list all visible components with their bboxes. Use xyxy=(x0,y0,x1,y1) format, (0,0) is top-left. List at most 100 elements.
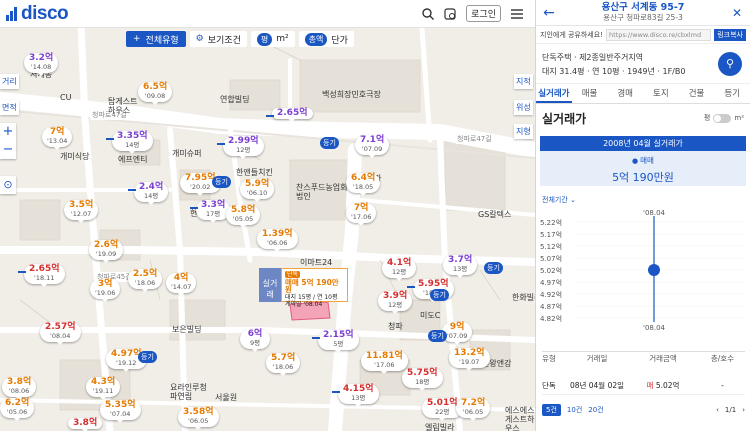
price-pin[interactable]: 2.6억 '19.09 xyxy=(89,240,124,263)
unit-sqm[interactable]: m² xyxy=(276,34,288,44)
price-pin[interactable]: 4.1억 12평 xyxy=(382,258,417,281)
price-pin[interactable]: 2.57억 '08.04 xyxy=(40,322,81,345)
selected-parcel-popup[interactable]: 실거래 단독 매매 5억 190만원 대지 15평 / 연 10평 계약일 '0… xyxy=(259,268,349,316)
y-tick-label: 5.02억 xyxy=(540,267,562,275)
price-pin[interactable]: 4.3억 '19.11 xyxy=(86,377,121,400)
price-pin[interactable]: 5.75억 18평 xyxy=(402,368,443,391)
tab-auction[interactable]: 경매 xyxy=(607,84,643,103)
price-pin[interactable]: 2.99억 12평 xyxy=(217,136,264,159)
price-pin[interactable]: 6.2억 '05.06 xyxy=(0,398,35,421)
place-label: 한앤들치킨 xyxy=(236,168,273,177)
unit-switch[interactable] xyxy=(713,113,732,123)
tab-registry[interactable]: 등기 xyxy=(714,84,750,103)
price-pin[interactable]: 4억 '14.07 xyxy=(166,273,197,296)
price-pin[interactable]: 2.15억 5평 xyxy=(312,330,359,353)
page-size-10[interactable]: 10건 xyxy=(567,405,582,415)
price-pin[interactable]: 5.8억 '05.05 xyxy=(226,205,261,228)
page-size-20[interactable]: 20건 xyxy=(588,405,603,415)
price-chart: 5.22억 5.17억 5.12억 5.07억 5.02억 4.97억 4.92억 4.87억… xyxy=(536,206,750,334)
close-icon[interactable]: ✕ xyxy=(728,6,746,20)
registry-tag[interactable]: 등기 xyxy=(484,262,503,274)
location-pin-icon[interactable]: ⚲ xyxy=(718,52,742,76)
distance-tool[interactable]: 거리 xyxy=(0,74,19,89)
terrain-layer-toggle[interactable]: 지형 xyxy=(514,124,533,139)
place-label: 이마트24 xyxy=(300,258,333,267)
trade-kind: 매 xyxy=(646,381,654,390)
price-pin[interactable]: 3억 '19.06 xyxy=(90,279,121,302)
price-pin[interactable]: 2.5억 '18.06 xyxy=(128,269,163,292)
copy-link-button[interactable]: 링크복사 xyxy=(714,28,746,41)
price-pin[interactable]: 13.2억 '19.07 xyxy=(449,348,490,371)
selected-popup-tab[interactable]: 실거래 xyxy=(259,268,281,302)
registry-tag[interactable]: 등기 xyxy=(428,330,447,342)
registry-tag[interactable]: 등기 xyxy=(430,289,449,301)
satellite-layer-toggle[interactable]: 위성 xyxy=(514,100,533,115)
page-size-5[interactable]: 5건 xyxy=(542,404,561,416)
history-icon[interactable] xyxy=(444,7,456,20)
login-button[interactable]: 로그인 xyxy=(466,5,501,22)
unit-pyeong[interactable]: 평 xyxy=(256,32,273,46)
price-pin[interactable]: 1.39억 '06.06 xyxy=(257,229,298,252)
table-row[interactable]: 단독 08년 04월 02일 매 5.02억 - xyxy=(542,377,745,395)
price-pin[interactable]: 4.15억 13평 xyxy=(332,384,379,407)
filter-bar: + 전체유형 ⚙ 보기조건 평 m² 총액 단가 xyxy=(126,31,354,47)
price-pin[interactable]: 3.3억 17평 xyxy=(190,200,231,223)
tab-building[interactable]: 건물 xyxy=(679,84,715,103)
share-url-field[interactable]: https://www.disco.re/cbxlmd xyxy=(606,28,712,41)
price-pin[interactable]: 3.5억 '12.07 xyxy=(64,200,99,223)
price-pin[interactable]: 5.35억 '07.04 xyxy=(100,400,141,423)
registry-tag[interactable]: 등기 xyxy=(138,351,157,363)
back-arrow-icon[interactable]: ← xyxy=(540,5,558,21)
prev-page-icon[interactable]: ‹ xyxy=(716,406,719,414)
next-page-icon[interactable]: › xyxy=(742,406,745,414)
price-pin[interactable]: 3.8억 '08.06 xyxy=(2,377,37,400)
cadastral-layer-toggle[interactable]: 지적 xyxy=(514,74,533,89)
price-mode-toggle[interactable]: 총액 단가 xyxy=(298,31,354,47)
price-pin[interactable]: 5.7억 '18.06 xyxy=(266,353,301,376)
disco-logo[interactable]: disco xyxy=(6,3,69,25)
price-pin[interactable]: 6.4억 '18.05 xyxy=(346,173,381,196)
price-pin[interactable]: 6.5억 '09.08 xyxy=(138,82,173,105)
search-icon[interactable] xyxy=(422,7,435,20)
price-pin[interactable]: 5.9억 '06.10 xyxy=(240,179,275,202)
property-type-filter[interactable]: + 전체유형 xyxy=(126,31,186,47)
price-pin[interactable]: 2.65억 xyxy=(266,108,313,122)
zoom-out-button[interactable]: − xyxy=(0,141,16,159)
price-pin[interactable]: 3.2억 '14.08 xyxy=(24,53,59,76)
current-location-icon[interactable]: ⊙ xyxy=(0,176,16,194)
price-pin[interactable]: 3.7억 13평 xyxy=(443,255,478,278)
price-pin[interactable]: 3.8억 xyxy=(68,418,103,431)
place-label: CU xyxy=(60,93,72,102)
area-tool[interactable]: 면적 xyxy=(0,100,19,115)
period-filter[interactable]: 전체기간 ⌄ xyxy=(536,186,750,206)
period-label: 전체기간 xyxy=(542,196,568,204)
registry-tag[interactable]: 등기 xyxy=(320,137,339,149)
price-unit[interactable]: 단가 xyxy=(331,33,348,46)
area-unit-toggle[interactable]: 평 m² xyxy=(250,31,295,47)
selected-popup-detail[interactable]: 단독 매매 5억 190만원 대지 15평 / 연 10평 계약일 '08.04 xyxy=(281,268,348,308)
panel-unit-toggle[interactable]: 평 m² xyxy=(704,113,744,123)
tab-land[interactable]: 토지 xyxy=(643,84,679,103)
price-pin[interactable]: 2.65억 '18.11 xyxy=(18,264,65,287)
price-pin[interactable]: 7.1억 '07.09 xyxy=(355,135,390,158)
tab-transactions[interactable]: 실거래가 xyxy=(536,84,572,103)
price-pin[interactable]: 7억 '17.06 xyxy=(346,203,377,226)
zoom-control: + − xyxy=(0,123,16,159)
price-pin[interactable]: 9억 '07.09 xyxy=(442,322,473,345)
registry-tag[interactable]: 등기 xyxy=(212,176,231,188)
menu-icon[interactable] xyxy=(511,8,523,19)
price-pin[interactable]: 7억 '13.04 xyxy=(42,127,73,150)
price-pin[interactable]: 6억 9평 xyxy=(240,329,270,352)
trade-price: 5억 190만원 xyxy=(612,171,674,184)
price-pin[interactable]: 2.4억 14평 xyxy=(128,182,169,205)
map-area[interactable]: 청파로47길 청파로45길 청파로47길 서계동 연합빌딩 백성희장민호극장 탑… xyxy=(0,0,535,431)
zoom-in-button[interactable]: + xyxy=(0,123,16,141)
view-options-button[interactable]: ⚙ 보기조건 xyxy=(189,31,247,47)
price-pin[interactable]: 3.35억 14평 xyxy=(106,131,153,154)
price-pin[interactable]: 7.2억 '06.05 xyxy=(456,398,491,421)
tab-listings[interactable]: 매물 xyxy=(572,84,608,103)
price-total[interactable]: 총액 xyxy=(304,32,328,46)
price-pin[interactable]: 3.9억 12평 xyxy=(378,291,413,314)
price-pin[interactable]: 3.58억 '06.05 xyxy=(178,407,219,430)
price-pin[interactable]: 11.81억 '17.06 xyxy=(361,351,408,374)
